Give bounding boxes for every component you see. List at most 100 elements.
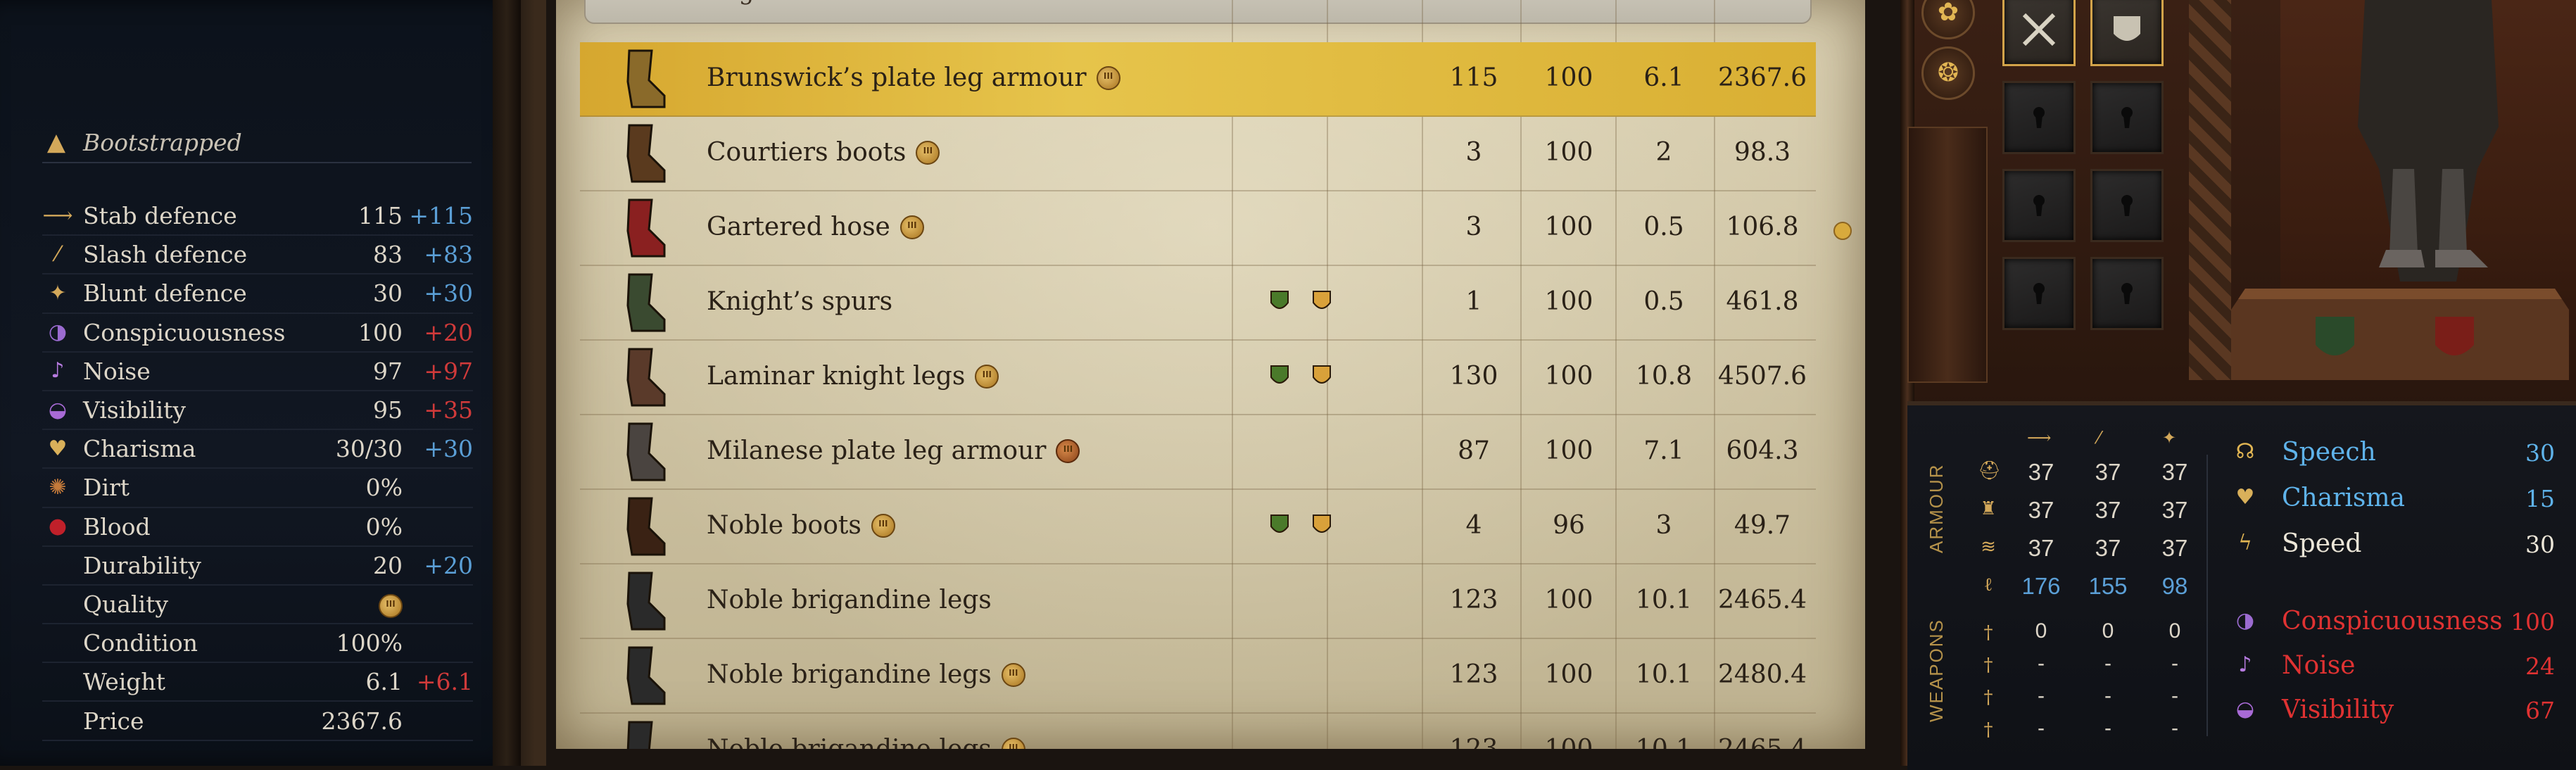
item-c2-value: 100 — [1544, 660, 1593, 689]
coins-icon[interactable]: ❂ — [1921, 46, 1975, 100]
armour-value: 37 — [2028, 497, 2054, 523]
armour-label: ARMOUR — [1926, 463, 1947, 553]
leg-armour-icon — [626, 572, 666, 631]
item-name: Laminar knight legs — [707, 362, 999, 391]
stat-label: Blood — [83, 512, 151, 541]
sword-icon: † — [1983, 622, 1993, 643]
attribute-row[interactable]: ◑ Conspicuousness 100 — [2231, 602, 2569, 642]
stat-row[interactable]: Weight 6.1 +6.1 — [42, 663, 473, 702]
attribute-row[interactable]: ◒ Visibility 67 — [2231, 691, 2569, 731]
item-name: Noble brigandine legs — [707, 735, 1025, 749]
weapon-value: 0 — [2102, 619, 2114, 643]
weapon-value: - — [2038, 684, 2045, 707]
stat-row[interactable]: ⟶ Stab defence 115 +115 — [42, 197, 473, 236]
attribute-row[interactable]: ☊ Speech 30 — [2231, 434, 2569, 473]
quality-coin-icon — [1056, 439, 1080, 463]
item-c4-value: 4507.6 — [1718, 362, 1807, 391]
stat-row[interactable]: Durability 20 +20 — [42, 547, 473, 586]
item-c4-value: 49.7 — [1734, 511, 1791, 540]
stat-label: Durability — [83, 551, 201, 579]
keyhole-icon — [2033, 283, 2045, 304]
shield-slot[interactable] — [2090, 0, 2164, 66]
blank-icon — [42, 705, 73, 736]
item-row[interactable]: Milanese plate leg armour 87 100 7.1 604.3 — [580, 415, 1816, 490]
item-row[interactable]: Brunswick’s plate leg armour 115 100 6.1 236… — [580, 42, 1816, 117]
blood-icon: ● — [48, 514, 68, 539]
visibility-icon: ◒ — [48, 397, 68, 422]
item-c4-value: 98.3 — [1734, 138, 1791, 167]
flower-icon[interactable]: ✿ — [1921, 0, 1975, 39]
stat-row[interactable]: ● Blood 0% — [42, 508, 473, 547]
item-row[interactable]: Knight’s spurs 1 100 0.5 461.8 — [580, 266, 1816, 341]
blank-icon — [42, 588, 73, 619]
blank-icon — [42, 628, 73, 659]
stat-row[interactable]: ✦ Blunt defence 30 +30 — [42, 274, 473, 314]
item-c3-value: 0.5 — [1643, 213, 1684, 241]
gold-shield-icon — [1313, 291, 1331, 309]
item-c1-value: 123 — [1449, 660, 1498, 689]
stat-value: 30 — [373, 279, 403, 308]
blank-icon — [42, 667, 73, 698]
equipment-slot[interactable] — [2090, 81, 2164, 154]
item-row[interactable]: Noble brigandine legs12310010.12465.4 — [580, 714, 1816, 749]
item-row[interactable]: Noble brigandine legs12310010.12465.4 — [580, 564, 1816, 639]
stat-row[interactable]: ◒ Visibility 95 +35 — [42, 391, 473, 431]
sword-icon: † — [1983, 687, 1993, 708]
stat-row[interactable]: Price 2367.6 — [42, 702, 473, 741]
stat-row[interactable]: Condition 100% — [42, 624, 473, 664]
item-c3-value: 10.1 — [1615, 735, 1713, 749]
weapon-slot[interactable] — [2002, 0, 2076, 66]
item-c1-value: 87 — [1458, 436, 1490, 465]
armour-value: 37 — [2161, 459, 2188, 485]
stat-value: 115 — [358, 202, 403, 230]
equipment-slot[interactable] — [2002, 257, 2076, 330]
stat-row[interactable]: ◑ Conspicuousness 100 +20 — [42, 314, 473, 353]
stat-row[interactable]: ✺ Dirt 0% — [42, 469, 473, 508]
noise-icon: ♪ — [51, 358, 65, 384]
scrollbar-thumb[interactable] — [1833, 222, 1852, 240]
attribute-row[interactable]: ϟ Speed 30 — [2231, 525, 2569, 564]
stat-row[interactable]: ♪ Noise 97 +97 — [42, 353, 473, 391]
item-row[interactable]: Laminar knight legs 130 100 10.8 4507.6 — [580, 341, 1816, 415]
stat-row[interactable]: ⁄ Slash defence 83 +83 — [42, 236, 473, 275]
weapon-value: - — [2104, 717, 2111, 740]
charisma-icon: ♥ — [48, 436, 68, 461]
attribute-row[interactable]: ♥ Charisma 15 — [2231, 479, 2569, 519]
stat-value: 6.1 — [365, 668, 403, 696]
stat-row[interactable]: ♥ Charisma 30/30 +30 — [42, 430, 473, 469]
stat-value: 0% — [365, 512, 403, 541]
item-name: Knight’s spurs — [707, 287, 892, 316]
perk-row[interactable]: ▲ Bootstrapped — [42, 122, 472, 163]
item-c2-value: 100 — [1544, 287, 1593, 316]
conspicuousness-icon: ◑ — [2235, 608, 2255, 633]
equipment-slot[interactable] — [2090, 169, 2164, 242]
equipment-slot[interactable] — [2090, 257, 2164, 330]
item-row[interactable]: Noble brigandine legs 123 100 10.1 2480.4 — [580, 639, 1816, 714]
stat-value: 95 — [373, 396, 403, 424]
armour-row: ♜ 37 37 37 — [1978, 493, 2231, 535]
item-c4-value: 106.8 — [1726, 213, 1799, 241]
stat-label: Blunt defence — [83, 279, 247, 308]
equipment-slot[interactable] — [2002, 81, 2076, 154]
leg-armour-icon — [626, 721, 653, 749]
stat-label: Dirt — [83, 474, 130, 502]
item-c1-value: 123 — [1449, 586, 1498, 614]
speech-icon: ☊ — [2235, 439, 2255, 464]
item-row[interactable]: Noble boots 4 96 3 49.7 — [580, 490, 1816, 564]
item-name-text: Noble boots — [707, 511, 861, 540]
armour-value: 37 — [2095, 459, 2121, 485]
stat-row[interactable]: Quality — [42, 586, 473, 625]
item-c3-value: 7.1 — [1643, 436, 1684, 465]
quality-coin-icon — [1001, 738, 1025, 749]
item-row[interactable]: Gartered hose 3 100 0.5 106.8 — [580, 191, 1816, 266]
attribute-value: 100 — [2511, 608, 2555, 636]
leg-armour-icon — [626, 124, 666, 183]
blunt-icon: ✦ — [2162, 428, 2177, 448]
item-row[interactable]: Courtiers boots 3 100 2 98.3 — [580, 117, 1816, 191]
attribute-label: Charisma — [2282, 484, 2405, 512]
item-name-text: Milanese plate leg armour — [707, 436, 1047, 465]
weapon-value: 0 — [2035, 619, 2047, 643]
attribute-row[interactable]: ♪ Noise 24 — [2231, 647, 2569, 686]
equipment-slot[interactable] — [2002, 169, 2076, 242]
stat-value — [379, 591, 403, 618]
